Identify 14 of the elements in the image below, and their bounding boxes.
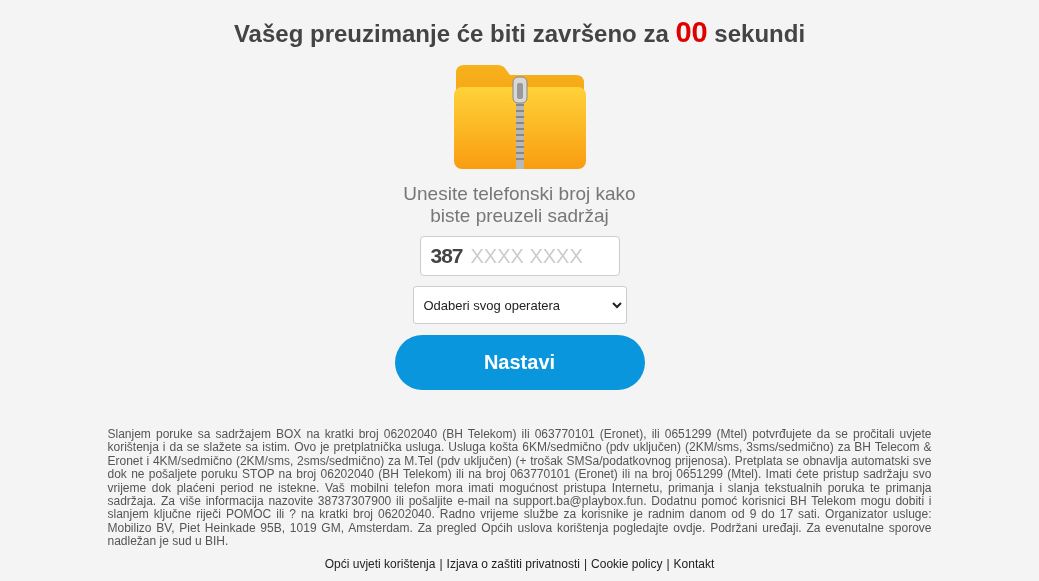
chevron-down-icon <box>611 301 622 309</box>
separator: | <box>666 556 670 571</box>
country-code: 387 <box>430 244 463 268</box>
terms-paragraph: Slanjem poruke sa sadržajem BOX na kratki broj 06202040 (BH Telekom) ili 063770101 (Eronet), ili 0651299 (Mtel) potvrđujete da se pročitali uvjete korištenja i da se slažete sa istim. Ovo je pretplatnička usluga. Usluga košta 6KM/sedmično (pdv uključen) (2KM/sms, 3sms/sedmično) za BH Telecom & Eronet i 4KM/sedmično (2KM/sms, 2sms/sedmično) za M.Tel (pdv uključen) (+ trošak SMSa/podatkovnog prijenosa). Pretplata se obnavlja automatski sve dok ne pošaljete poruku STOP na broj 06202040 (BH Telekom) ili na broj 063770101 (Eronet) ili na broj 0651299 (Mtel). Imati ćete pristup sadržaju svo vrijeme dok plaćeni period ne istekne. Vaš mobilni telefon mora imati mogućnost pristupa Internetu, primanja i slanja tekstualnih poruka te primanja sadržaja. Za više informacija nazovite 38737307900 ili pošaljite e-mail na support.ba@playbox.fun. Dodatnu pomoć korisnici BH Telekom mogu dobiti i slanjem ključne riječi POMOC ili ? na kratki broj 06202040. Radno vrijeme službe za korisnike je radnim danom od 9 do 17 sati. Organizator usluge: Mobilizo BV, Piet Heinkade 95B, 1019 GM, Amsterdam. Za pregled Općih uslova korištenja pogledajte ovdje. Podržani uređaji. Za evenutalne sporove nadležan je sud u BIH. <box>107 428 932 549</box>
zip-folder-icon <box>451 63 588 169</box>
separator: | <box>439 556 443 571</box>
footer-link[interactable]: Kontakt <box>673 556 715 571</box>
operator-dropdown[interactable]: Odaberi svog operatera <box>412 286 627 324</box>
separator: | <box>583 556 588 571</box>
phone-prompt: Unesite telefonski broj kako biste preuzeli sadržaj <box>402 183 637 227</box>
page-heading: Vašeg preuzimanje će biti završeno za 00 sekundi <box>233 16 806 49</box>
footer-link[interactable]: Izjava o zaštiti privatnosti <box>446 556 580 571</box>
footer-link[interactable]: Opći uvjeti korištenja <box>324 556 436 571</box>
footer-link[interactable]: Cookie policy <box>591 556 663 571</box>
